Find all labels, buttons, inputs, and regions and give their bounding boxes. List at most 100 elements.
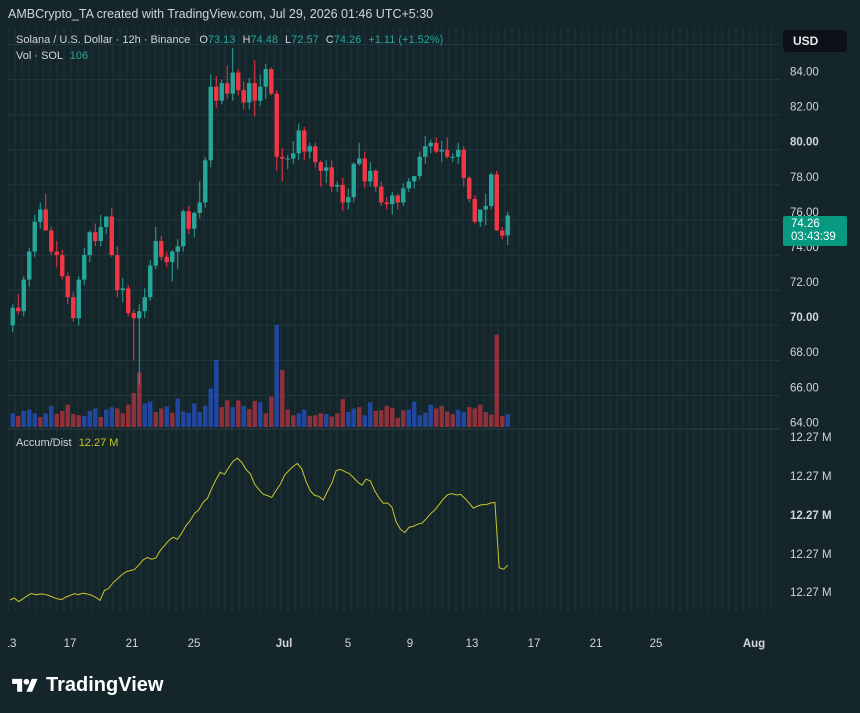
volume-bar	[307, 415, 312, 427]
volume-bar	[384, 405, 389, 427]
volume-bar	[241, 405, 246, 427]
volume-bar	[225, 400, 230, 427]
candle-body	[450, 156, 455, 158]
price-axis[interactable]: 84.0082.0080.0078.0076.0074.0072.0070.00…	[780, 27, 860, 654]
candle-body	[505, 215, 510, 236]
volume-bar	[412, 401, 417, 427]
volume-bar	[153, 412, 158, 427]
time-axis: 13 17 21 25 Jul 5 9 13 17 21 25 Aug	[8, 638, 765, 650]
volume-bar	[38, 417, 43, 427]
candle-body	[291, 153, 296, 159]
candle-body	[192, 212, 197, 229]
last-price-tag: 74.26 03:43:39	[783, 216, 847, 246]
time-tick-label: 17	[528, 638, 541, 650]
volume-bar	[93, 408, 98, 427]
candle-body	[148, 265, 153, 298]
volume-bar	[87, 410, 92, 427]
volume-bar	[373, 410, 378, 427]
volume-bar	[219, 407, 224, 427]
price-tick-label: 64.00	[790, 417, 819, 429]
candle-body	[230, 72, 235, 94]
candle-body	[65, 276, 70, 298]
volume-bar	[505, 413, 510, 427]
volume-bar	[417, 415, 422, 427]
price-tick-label: 82.00	[790, 102, 819, 114]
accum-dist-tick-label: 12.27 M	[790, 471, 832, 483]
candle-body	[417, 156, 422, 177]
volume-bar	[263, 413, 268, 427]
volume-bar	[445, 411, 450, 427]
volume-bar	[65, 404, 70, 427]
candle-body	[137, 311, 142, 319]
volume-bar	[318, 413, 323, 427]
candle-body	[142, 297, 147, 312]
tradingview-logo-icon	[12, 678, 38, 692]
candle-body	[439, 149, 444, 152]
price-tick-label: 72.00	[790, 277, 819, 289]
volume-bar	[109, 407, 114, 427]
candle-body	[43, 209, 48, 231]
candle-body	[467, 177, 472, 199]
candle-body	[461, 149, 466, 178]
volume-bar	[120, 413, 125, 427]
currency-button[interactable]: USD	[783, 30, 847, 52]
candle-body	[120, 288, 125, 291]
volume-bar	[428, 404, 433, 427]
tradingview-logo[interactable]: TradingView	[10, 674, 163, 697]
candle-body	[434, 142, 439, 152]
time-tick-label: 5	[345, 638, 351, 650]
candle-body	[280, 156, 285, 159]
volume-bar	[340, 399, 345, 427]
volume-bar	[10, 413, 15, 427]
volume-bar	[357, 407, 362, 427]
candle-body	[445, 149, 450, 157]
volume-bar	[258, 402, 263, 427]
volume-bar	[489, 414, 494, 427]
chart-plot[interactable]: 13 17 21 25 Jul 5 9 13 17 21 25 Aug	[8, 27, 780, 654]
candle-body	[214, 86, 219, 101]
volume-bar	[423, 412, 428, 427]
candle-body	[115, 255, 120, 291]
candle-body	[208, 86, 213, 161]
time-tick-label: 17	[64, 638, 77, 650]
volume-bar	[494, 334, 499, 427]
candle-body	[38, 209, 43, 222]
legend-main: Solana / U.S. Dollar · 12h · Binance O73…	[16, 34, 443, 46]
candle-body	[21, 279, 26, 312]
candle-body	[412, 176, 417, 182]
volume-bar	[197, 412, 202, 427]
candle-body	[252, 83, 257, 101]
candle-body	[263, 69, 268, 87]
candle-body	[93, 232, 98, 242]
volume-bar	[313, 415, 318, 427]
time-tick-label: Jul	[276, 638, 293, 650]
volume-bar	[500, 415, 505, 427]
candle-body	[27, 251, 32, 280]
candle-body	[472, 198, 477, 222]
candle-body	[362, 158, 367, 182]
candle-body	[82, 255, 87, 280]
candle-body	[131, 312, 136, 319]
volume-bar	[390, 407, 395, 427]
candle-body	[307, 146, 312, 152]
candle-body	[494, 174, 499, 231]
volume-bar	[302, 409, 307, 427]
candle-body	[329, 167, 334, 187]
legend-accum-dist: Accum/Dist 12.27 M	[16, 437, 118, 449]
volume-bar	[32, 413, 37, 427]
accum-dist-tick-label: 12.27 M	[790, 510, 832, 522]
volume-bar	[252, 400, 257, 427]
volume-bar	[186, 412, 191, 427]
bar-countdown: 03:43:39	[791, 231, 836, 243]
time-tick-label: 25	[650, 638, 663, 650]
candle-body	[379, 186, 384, 203]
candle-body	[181, 211, 186, 247]
candle-body	[153, 241, 158, 266]
candle-body	[104, 216, 109, 227]
candle-body	[54, 251, 59, 256]
volume-bar	[82, 415, 87, 427]
volume-bar	[456, 409, 461, 427]
candle-body	[16, 307, 21, 312]
accum-dist-tick-label: 12.27 M	[790, 432, 832, 444]
candle-body	[478, 209, 483, 222]
